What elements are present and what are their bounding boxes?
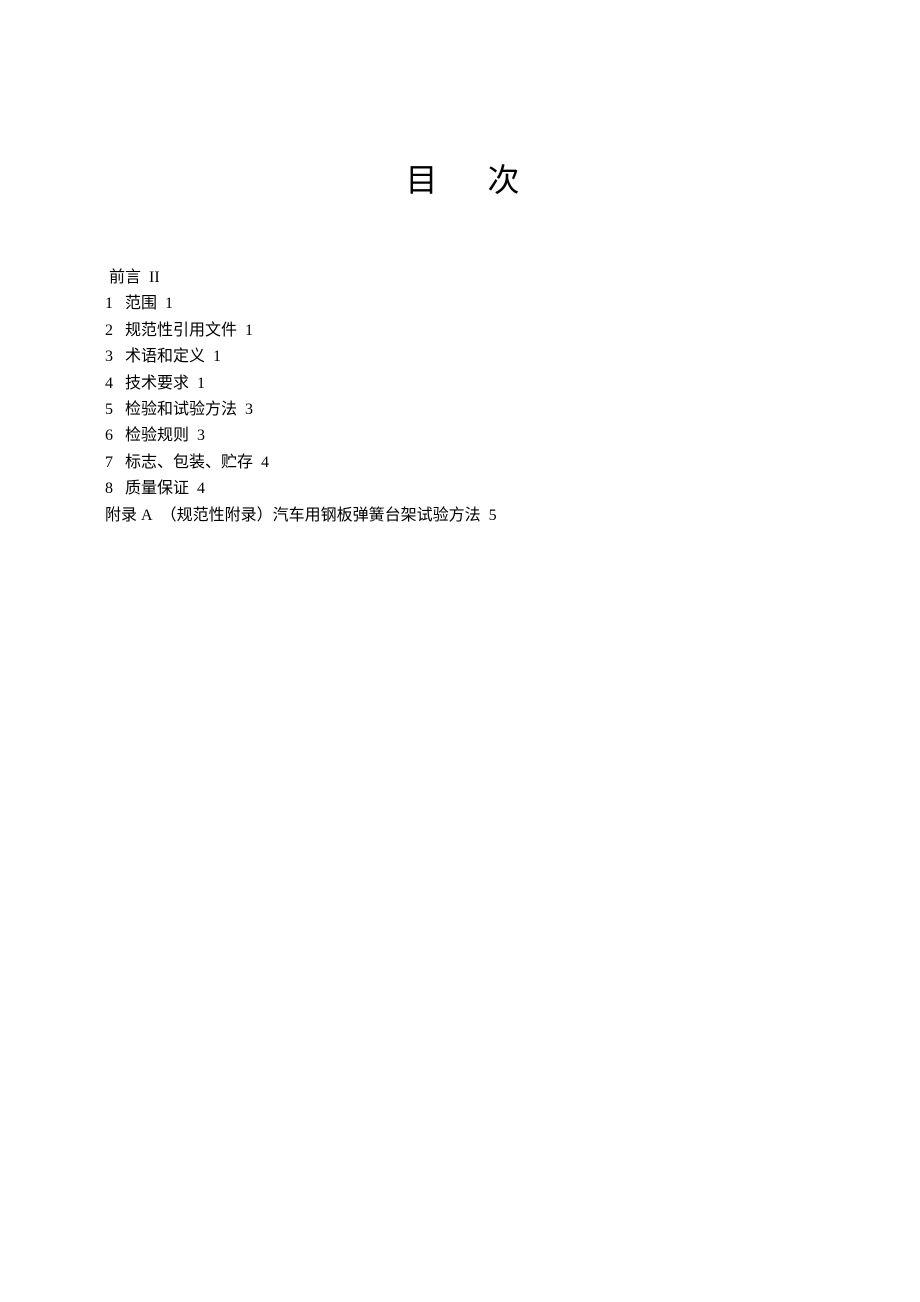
- toc-item-page: 1: [245, 322, 253, 339]
- toc-preface-page: II: [149, 269, 160, 286]
- toc-item: 3 术语和定义 1: [105, 344, 820, 370]
- toc-item: 5 检验和试验方法 3: [105, 397, 820, 423]
- toc-appendix-num: 附录 A: [105, 503, 153, 529]
- table-of-contents: 前言 II 1 范围 1 2 规范性引用文件 1 3 术语和定义 1 4 技术要…: [105, 265, 820, 529]
- document-page: 目次 前言 II 1 范围 1 2 规范性引用文件 1 3 术语和定义 1 4 …: [0, 0, 920, 529]
- toc-item-num: 2: [105, 318, 117, 344]
- toc-item-page: 4: [261, 454, 269, 471]
- toc-item: 8 质量保证 4: [105, 476, 820, 502]
- toc-item-page: 1: [197, 375, 205, 392]
- toc-preface: 前言 II: [105, 265, 820, 291]
- toc-item-label: 检验和试验方法: [125, 401, 237, 418]
- toc-item: 6 检验规则 3: [105, 423, 820, 449]
- toc-item-num: 3: [105, 344, 117, 370]
- toc-appendix-label: （规范性附录）汽车用钢板弹簧台架试验方法: [161, 507, 481, 524]
- toc-item-page: 3: [245, 401, 253, 418]
- toc-item-label: 质量保证: [125, 480, 189, 497]
- toc-item-label: 规范性引用文件: [125, 322, 237, 339]
- toc-item-label: 范围: [125, 295, 157, 312]
- toc-preface-label: 前言: [109, 269, 141, 286]
- toc-item-num: 5: [105, 397, 117, 423]
- toc-item-num: 4: [105, 371, 117, 397]
- toc-appendix: 附录 A （规范性附录）汽车用钢板弹簧台架试验方法 5: [105, 503, 820, 529]
- toc-item-num: 7: [105, 450, 117, 476]
- toc-item: 7 标志、包装、贮存 4: [105, 450, 820, 476]
- toc-item-page: 1: [165, 295, 173, 312]
- toc-item-label: 标志、包装、贮存: [125, 454, 253, 471]
- toc-item-label: 检验规则: [125, 427, 189, 444]
- toc-item-page: 3: [197, 427, 205, 444]
- toc-item-page: 1: [213, 348, 221, 365]
- toc-item-num: 1: [105, 291, 117, 317]
- toc-item-page: 4: [197, 480, 205, 497]
- toc-item-num: 6: [105, 423, 117, 449]
- toc-item-num: 8: [105, 476, 117, 502]
- toc-item: 2 规范性引用文件 1: [105, 318, 820, 344]
- toc-appendix-page: 5: [489, 507, 497, 524]
- toc-item: 4 技术要求 1: [105, 371, 820, 397]
- toc-item: 1 范围 1: [105, 291, 820, 317]
- toc-item-label: 技术要求: [125, 375, 189, 392]
- toc-item-label: 术语和定义: [125, 348, 205, 365]
- toc-title: 目次: [105, 155, 820, 201]
